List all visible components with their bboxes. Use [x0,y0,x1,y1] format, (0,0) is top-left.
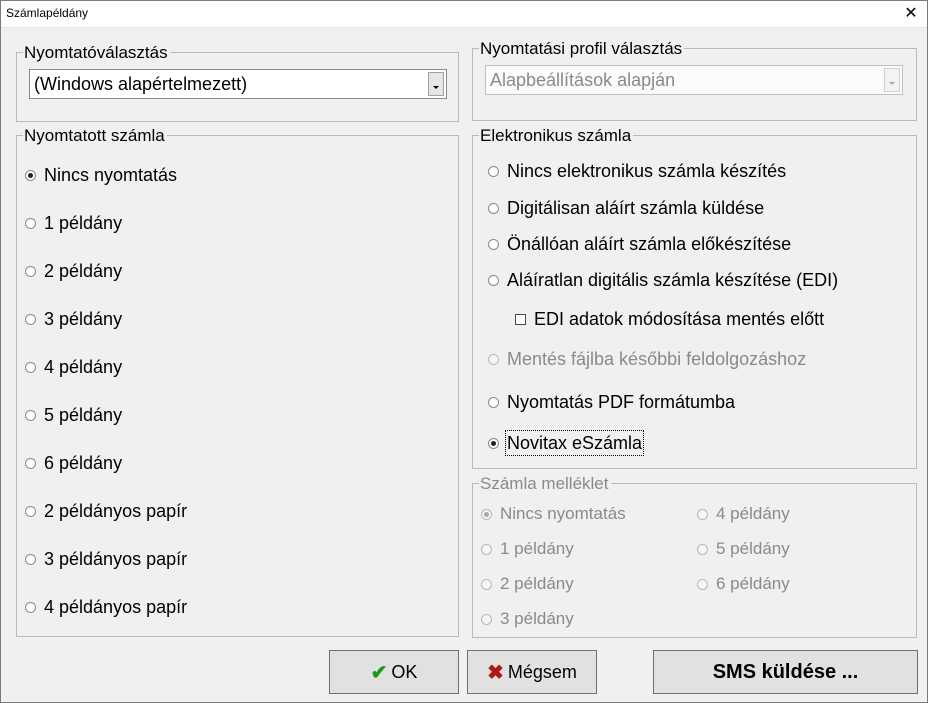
radio-icon [25,410,36,421]
radio-selected-icon [488,438,499,449]
radio-icon [488,239,499,250]
radio-selected-icon [481,509,492,520]
printer-select[interactable]: (Windows alapértelmezett) [29,69,447,99]
radio-icon [25,458,36,469]
chevron-down-icon [889,82,895,85]
radio-icon [481,614,492,625]
printed-invoice-group-label: Nyomtatott számla [23,126,167,145]
electronic-invoice-group-label: Elektronikus számla [479,126,634,145]
cancel-button-label: Mégsem [507,661,577,682]
radio-icon [25,362,36,373]
radio-icon [488,203,499,214]
window-title: Számlapéldány [6,6,89,20]
radio-icon [488,354,499,365]
printed-invoice-group: Nyomtatott számla Nincs nyomtatás 1 péld… [16,126,459,637]
profile-select[interactable]: Alapbeállítások alapján [485,65,903,95]
sms-send-button[interactable]: SMS küldése ... [653,650,918,694]
radio-icon [25,506,36,517]
ok-button[interactable]: ✔ OK [329,650,459,694]
printer-group: Nyomtatóválasztás (Windows alapértelmeze… [16,43,459,122]
printer-select-value: (Windows alapértelmezett) [34,74,248,94]
profile-select-value: Alapbeállítások alapján [490,70,676,90]
profile-dropdown-button[interactable] [884,68,900,92]
ok-button-label: OK [391,661,418,682]
radio-icon [25,602,36,613]
electronic-invoice-group: Elektronikus számla Nincs elektronikus s… [472,126,917,469]
chevron-down-icon [433,86,439,89]
checkbox-icon [515,314,526,325]
cancel-button[interactable]: ✖ Mégsem [467,650,597,694]
radio-icon [488,166,499,177]
radio-icon [697,544,708,555]
radio-icon [25,266,36,277]
radio-icon [488,397,499,408]
x-icon: ✖ [487,661,504,684]
radio-icon [488,275,499,286]
attachment-group-label: Számla melléklet [479,474,611,493]
radio-icon [25,218,36,229]
radio-icon [25,314,36,325]
printer-group-label: Nyomtatóválasztás [23,43,170,62]
profile-group: Nyomtatási profil választás Alapbeállítá… [472,39,917,121]
radio-icon [25,554,36,565]
sms-send-button-label: SMS küldése ... [712,660,859,683]
profile-group-label: Nyomtatási profil választás [479,39,685,58]
radio-icon [697,579,708,590]
radio-icon [481,579,492,590]
check-icon: ✔ [370,661,388,684]
radio-selected-icon [25,170,36,181]
close-icon[interactable]: ✕ [894,0,928,28]
radio-icon [481,544,492,555]
printer-dropdown-button[interactable] [428,72,444,96]
title-bar: Számlapéldány ✕ [0,0,928,28]
radio-icon [697,509,708,520]
attachment-group: Számla melléklet Nincs nyomtatás 1 példá… [472,474,917,638]
